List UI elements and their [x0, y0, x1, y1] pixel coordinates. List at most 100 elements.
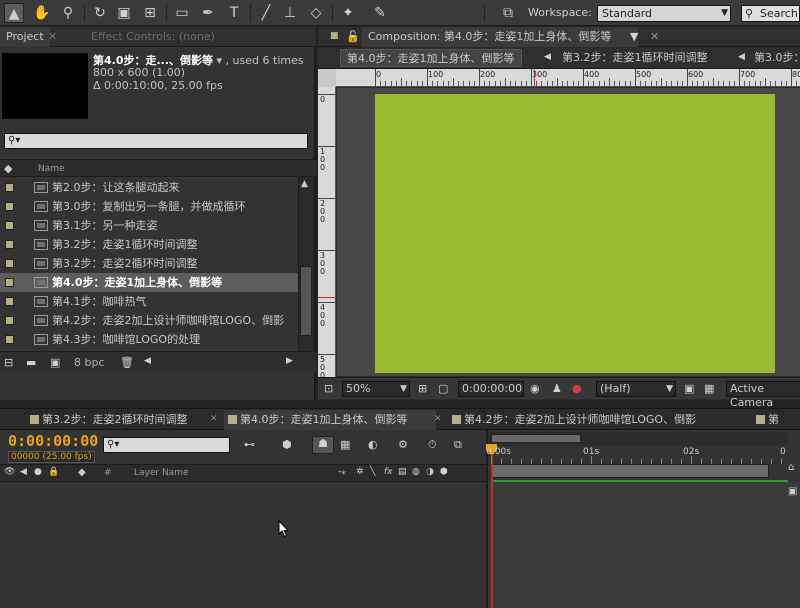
bpc-label[interactable]: 8 bpc: [74, 356, 105, 369]
frame-blending-icon[interactable]: ▦: [340, 438, 350, 451]
project-list-item[interactable]: 第2.0步：让这条腿动起来: [0, 178, 298, 197]
project-list-item[interactable]: 第3.0步：复制出另一条腿，并做成循环: [0, 197, 298, 216]
subtab-prev[interactable]: 第3.2步：走姿1循环时间调整: [556, 49, 714, 67]
composition-canvas[interactable]: [375, 94, 775, 373]
hide-shy-layers-icon[interactable]: ☗: [312, 436, 334, 454]
graph-editor-icon[interactable]: ⧉: [454, 438, 462, 452]
pan-behind-tool-icon[interactable]: ⊞: [140, 3, 160, 23]
chevron-left-icon[interactable]: ◀: [738, 52, 745, 62]
scroll-left-icon[interactable]: ◀: [144, 356, 151, 366]
always-preview-icon[interactable]: ⊡: [324, 382, 333, 395]
region-of-interest-icon[interactable]: ▢: [438, 382, 448, 395]
fast-previews-icon[interactable]: ▣: [684, 382, 694, 395]
vertical-ruler[interactable]: 01 0 02 0 03 0 04 0 05 0 0: [318, 87, 336, 380]
chevron-down-icon[interactable]: ▼: [630, 30, 638, 43]
search-help-input[interactable]: ⚲ Search: [741, 5, 800, 22]
workspace-select[interactable]: Standard ▼: [597, 5, 731, 22]
channel-icon[interactable]: ●: [572, 382, 582, 395]
pen-tool-icon[interactable]: ✒: [198, 3, 218, 23]
dropdown-arrow-icon[interactable]: ▾: [217, 54, 223, 67]
column-name[interactable]: Name: [38, 164, 65, 174]
solo-icon[interactable]: ●: [34, 467, 42, 477]
shy-switch-icon[interactable]: -⁎: [338, 467, 346, 477]
brainstorm-icon[interactable]: ⚙: [398, 438, 408, 451]
3d-layer-switch-icon[interactable]: ⬢: [440, 467, 448, 477]
rotation-tool-icon[interactable]: ↻: [90, 3, 110, 23]
clone-stamp-tool-icon[interactable]: ⊥: [280, 3, 300, 23]
label-color-swatch[interactable]: [5, 240, 14, 249]
close-icon[interactable]: ✕: [48, 30, 57, 43]
label-color-swatch[interactable]: [5, 316, 14, 325]
delete-icon[interactable]: 🗑: [120, 356, 134, 369]
close-icon[interactable]: ✕: [210, 414, 218, 424]
hand-tool-icon[interactable]: ✋: [32, 3, 52, 23]
motion-blur-switch-icon[interactable]: ◍: [412, 467, 420, 477]
chevron-left-icon[interactable]: ◀: [544, 52, 551, 62]
tab-project[interactable]: Project: [0, 27, 50, 47]
quality-switch-icon[interactable]: ╲: [370, 467, 375, 477]
adjustment-switch-icon[interactable]: ◑: [426, 467, 434, 477]
label-color-swatch[interactable]: [5, 297, 14, 306]
selection-tool-icon[interactable]: ▲: [4, 3, 24, 23]
subtab-prev2[interactable]: 第3.0步：: [748, 49, 800, 67]
comp-button-icon[interactable]: ▣: [788, 486, 797, 497]
subtab-current[interactable]: 第4.0步：走姿1加上身体、倒影等: [340, 49, 522, 67]
interpret-footage-icon[interactable]: ⊟: [4, 356, 13, 369]
playhead-line[interactable]: [491, 444, 493, 608]
draft-3d-icon[interactable]: ⬢: [282, 438, 292, 451]
close-icon[interactable]: ✕: [650, 30, 659, 43]
timeline-timecode[interactable]: 0:00:00:00: [8, 432, 98, 450]
zoom-select[interactable]: 50% ▼: [342, 381, 410, 397]
project-list-item[interactable]: 第3.1步：另一种走姿: [0, 216, 298, 235]
project-list-item[interactable]: 第4.1步：咖啡热气: [0, 292, 298, 311]
brush-tool-icon[interactable]: ╱: [256, 3, 276, 23]
zoom-in-icon[interactable]: ⌂: [788, 462, 794, 473]
motion-blur-icon[interactable]: ◐: [368, 438, 378, 451]
camera-select[interactable]: Active Camera: [726, 381, 800, 409]
timeline-search-input[interactable]: ⚲▾: [103, 437, 230, 453]
label-color-swatch[interactable]: [5, 202, 14, 211]
project-search-input[interactable]: ⚲▾: [4, 133, 308, 149]
roto-brush-tool-icon[interactable]: ✦: [338, 3, 358, 23]
project-list-item[interactable]: 第3.2步：走姿1循环时间调整: [0, 235, 298, 254]
project-list-item[interactable]: 第4.3步：咖啡馆LOGO的处理: [0, 330, 298, 349]
fit-icon[interactable]: ⊞: [418, 382, 427, 395]
shape-tool-icon[interactable]: ▭: [172, 3, 192, 23]
work-area-bar[interactable]: [491, 464, 769, 478]
resolution-select[interactable]: (Half) ▼: [596, 381, 676, 397]
label-color-swatch[interactable]: [5, 335, 14, 344]
timeline-graph-area[interactable]: [488, 482, 800, 608]
time-navigator-handle[interactable]: [491, 434, 581, 443]
label-color-swatch[interactable]: [5, 221, 14, 230]
label-color-swatch[interactable]: [5, 278, 14, 287]
puppet-pin-tool-icon[interactable]: ✎: [370, 3, 390, 23]
audio-icon[interactable]: ◀: [20, 467, 27, 477]
label-color-swatch[interactable]: [5, 183, 14, 192]
snapshot-icon[interactable]: ◉: [530, 382, 540, 395]
comp-mini-flowchart-icon[interactable]: ⊷: [244, 438, 255, 451]
label-tag-icon[interactable]: ◆: [4, 162, 12, 175]
time-ruler[interactable]: [488, 446, 788, 464]
collapse-switch-icon[interactable]: ✲: [356, 467, 364, 477]
current-time-field[interactable]: 0:00:00:00: [458, 381, 524, 397]
lock-icon[interactable]: 🔓: [346, 30, 360, 43]
show-snapshot-icon[interactable]: ♟: [552, 382, 562, 395]
project-scrollbar-thumb[interactable]: [300, 266, 312, 336]
scroll-right-icon[interactable]: ▶: [286, 356, 293, 366]
label-tag-icon[interactable]: ◆: [78, 467, 86, 478]
lock-icon[interactable]: 🔒: [48, 467, 59, 477]
timeline-tab[interactable]: 第4.0步：走姿1加上身体、倒影等: [224, 410, 436, 430]
type-tool-icon[interactable]: T: [224, 3, 244, 23]
scroll-up-icon[interactable]: ▲: [301, 179, 308, 189]
column-hash[interactable]: #: [104, 468, 112, 478]
video-eye-icon[interactable]: 👁: [4, 467, 15, 477]
label-color-swatch[interactable]: [5, 259, 14, 268]
project-list-item[interactable]: 第4.2步：走姿2加上设计师咖啡馆LOGO、倒影: [0, 311, 298, 330]
camera-tool-icon[interactable]: ▣: [114, 3, 134, 23]
new-composition-icon[interactable]: ▣: [50, 356, 60, 369]
auto-keyframe-icon[interactable]: ⏱: [428, 438, 437, 452]
frame-blend-switch-icon[interactable]: ▤: [398, 467, 407, 477]
tab-effect-controls[interactable]: Effect Controls: (none): [85, 27, 221, 47]
effects-switch[interactable]: fx: [384, 467, 393, 477]
project-list-item[interactable]: 第3.2步：走姿2循环时间调整: [0, 254, 298, 273]
